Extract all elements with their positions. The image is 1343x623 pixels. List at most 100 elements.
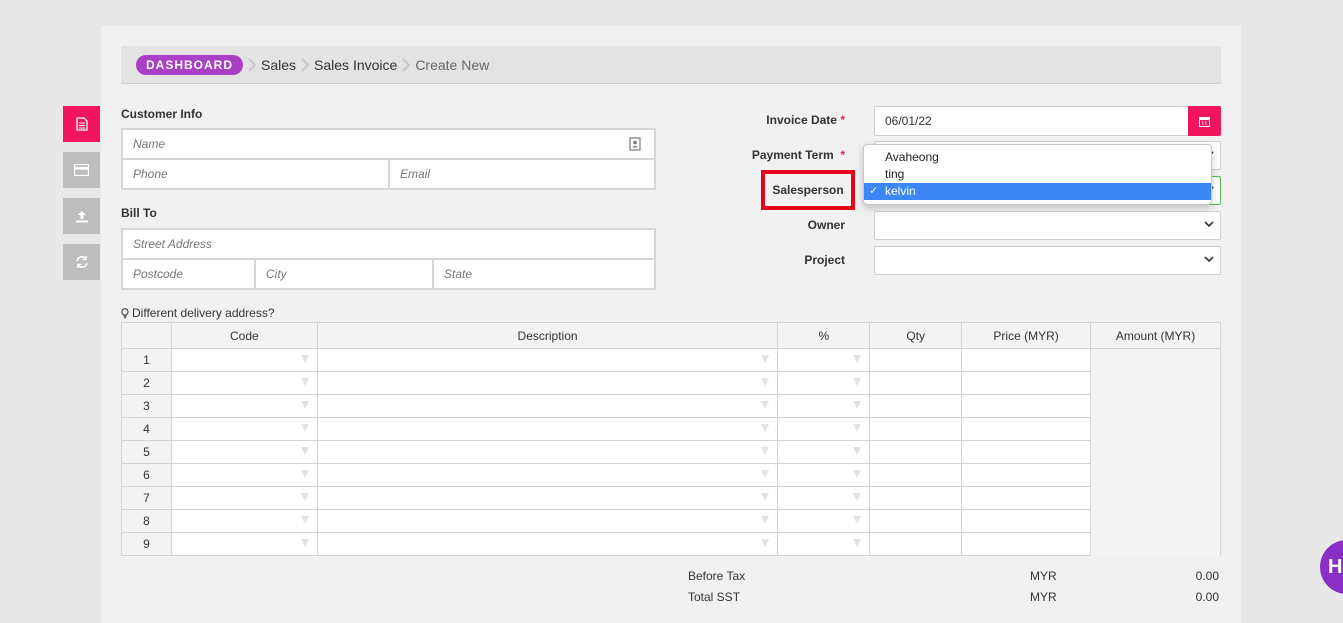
percent-cell[interactable] [777,371,871,395]
row-number: 8 [121,509,172,533]
chevron-down-icon [1204,256,1214,263]
qty-cell[interactable] [869,348,963,372]
code-cell[interactable] [170,440,318,464]
price-cell[interactable] [961,371,1092,395]
code-cell[interactable] [170,486,318,510]
qty-cell[interactable] [869,417,963,441]
description-cell[interactable] [316,532,779,556]
description-cell[interactable] [316,463,779,487]
code-cell[interactable] [170,417,318,441]
chevron-right-icon [402,57,411,72]
qty-cell[interactable] [869,394,963,418]
sidebar-refresh-button[interactable] [63,244,100,280]
price-cell[interactable] [961,348,1092,372]
city-field[interactable]: City [256,260,432,288]
project-select[interactable] [874,246,1221,275]
table-row: 5 [121,440,1221,464]
sidebar-document-button[interactable] [63,106,100,142]
sidebar-upload-button[interactable] [63,198,100,234]
postcode-field[interactable]: Postcode [123,260,254,288]
price-cell[interactable] [961,440,1092,464]
percent-cell[interactable] [777,532,871,556]
qty-cell[interactable] [869,486,963,510]
owner-select[interactable] [874,211,1221,240]
description-cell[interactable] [316,417,779,441]
code-cell[interactable] [170,509,318,533]
percent-cell[interactable] [777,486,871,510]
dropdown-triangle-icon [853,447,862,455]
state-field[interactable]: State [434,260,654,288]
percent-cell[interactable] [777,394,871,418]
salesperson-label: Salesperson [772,183,844,197]
dropdown-triangle-icon [853,401,862,409]
price-cell[interactable] [961,394,1092,418]
dropdown-triangle-icon [761,424,770,432]
sidebar-payment-button[interactable] [63,152,100,188]
owner-label: Owner [807,218,845,232]
salesperson-option-kelvin[interactable]: ✓ kelvin [864,183,1211,200]
dropdown-triangle-icon [300,424,309,432]
dropdown-triangle-icon [300,516,309,524]
bill-to-label: Bill To [121,206,157,220]
qty-cell[interactable] [869,440,963,464]
option-label: Avaheong [885,150,939,164]
qty-cell[interactable] [869,463,963,487]
salesperson-option-ting[interactable]: ting [864,166,1211,183]
dropdown-triangle-icon [300,378,309,386]
qty-cell[interactable] [869,509,963,533]
table-row: 3 [121,394,1221,418]
contact-card-icon[interactable] [629,137,641,151]
column-header-qty: Qty [869,322,963,349]
code-cell[interactable] [170,532,318,556]
before-tax-value: 0.00 [1195,569,1219,583]
invoice-date-label-text: Invoice Date [766,113,837,127]
percent-cell[interactable] [777,440,871,464]
price-cell[interactable] [961,509,1092,533]
salesperson-label-highlight: Salesperson [761,170,855,210]
breadcrumb-sales-invoice[interactable]: Sales Invoice [314,57,397,73]
description-cell[interactable] [316,371,779,395]
table-row: 4 [121,417,1221,441]
percent-cell[interactable] [777,509,871,533]
column-header-amount: Amount (MYR) [1090,322,1221,349]
percent-cell[interactable] [777,417,871,441]
customer-info-label: Customer Info [121,107,203,121]
calendar-button[interactable] [1188,106,1221,136]
customer-email-field[interactable]: Email [390,160,654,188]
code-cell[interactable] [170,394,318,418]
breadcrumb-dashboard[interactable]: DASHBOARD [136,54,243,75]
qty-cell[interactable] [869,532,963,556]
price-cell[interactable] [961,486,1092,510]
price-cell[interactable] [961,417,1092,441]
customer-phone-field[interactable]: Phone [123,160,388,188]
breadcrumb-sales[interactable]: Sales [261,57,296,73]
description-cell[interactable] [316,348,779,372]
code-cell[interactable] [170,348,318,372]
percent-cell[interactable] [777,463,871,487]
description-cell[interactable] [316,486,779,510]
document-icon [75,117,88,131]
different-delivery-address-link[interactable]: Different delivery address? [121,306,275,320]
price-cell[interactable] [961,532,1092,556]
required-mark: * [840,113,845,127]
percent-cell[interactable] [777,348,871,372]
invoice-date-input[interactable]: 06/01/22 [874,106,1189,136]
customer-name-field[interactable]: Name [123,130,654,158]
dropdown-triangle-icon [853,355,862,363]
calendar-icon [1199,116,1210,127]
upload-icon [75,210,88,222]
description-cell[interactable] [316,394,779,418]
street-address-field[interactable]: Street Address [123,230,654,258]
code-cell[interactable] [170,371,318,395]
row-number: 1 [121,348,172,372]
description-cell[interactable] [316,440,779,464]
dropdown-triangle-icon [853,493,862,501]
dropdown-triangle-icon [853,470,862,478]
price-cell[interactable] [961,463,1092,487]
qty-cell[interactable] [869,371,963,395]
help-chat-button[interactable]: He [1320,540,1343,594]
salesperson-option-avaheong[interactable]: Avaheong [864,149,1211,166]
table-row: 9 [121,532,1221,556]
code-cell[interactable] [170,463,318,487]
description-cell[interactable] [316,509,779,533]
